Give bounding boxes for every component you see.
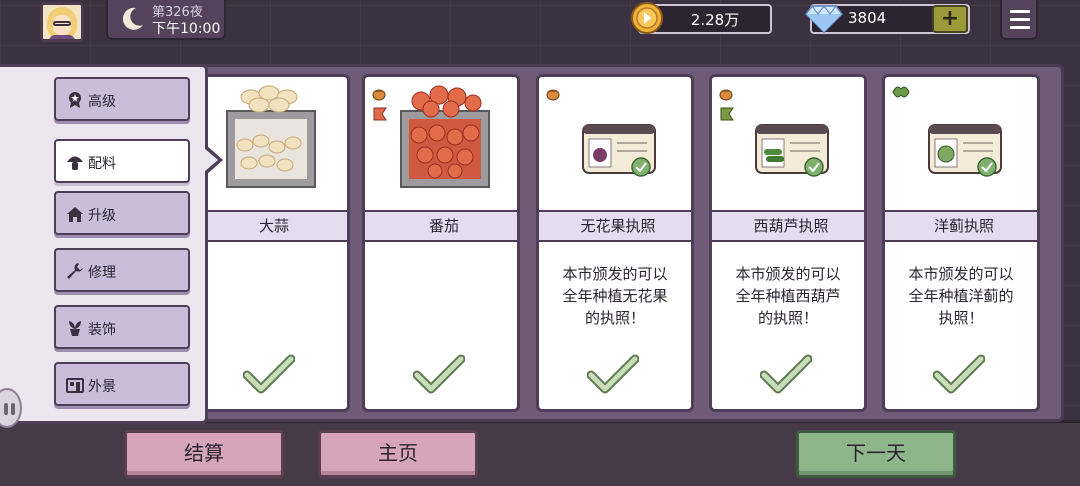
leaf-tag-icon (892, 86, 910, 98)
settle-button[interactable]: 结算 (124, 430, 284, 478)
house-icon (67, 207, 83, 222)
home-button[interactable]: 主页 (318, 430, 478, 478)
card-title: 无花果执照 (539, 210, 691, 242)
ribbon-badge-icon (69, 92, 81, 108)
fig-license-icon (582, 124, 656, 177)
shop-card-zucchini-license[interactable]: 西葫芦执照 本市颁发的可以 全年种植西葫芦 的执照！ (709, 74, 867, 412)
card-title: 洋蓟执照 (885, 210, 1037, 242)
coin-amount: 2.28万 (690, 11, 740, 29)
tomato-crate-icon (400, 85, 490, 188)
red-flag-tag-icon (373, 107, 387, 121)
artichoke-license-icon (928, 124, 1002, 177)
sidebar-item-label: 高级 (88, 94, 116, 110)
green-flag-tag-icon (720, 107, 734, 121)
sidebar-item-repair[interactable]: 修理 (54, 248, 190, 292)
hamburger-icon (1010, 10, 1030, 13)
zucchini-license-icon (755, 124, 829, 177)
card-description: 本市颁发的可以 全年种植无花果 的执照！ (562, 265, 668, 327)
purchased-check-icon (760, 354, 812, 394)
sidebar-item-ingredients[interactable]: 配料 (54, 139, 190, 183)
sidebar-item-upgrades[interactable]: 升级 (54, 191, 190, 235)
active-pointer (204, 148, 218, 172)
wrench-icon (67, 263, 83, 279)
coin-icon (631, 2, 663, 34)
sidebar-item-premium[interactable]: 高级 (54, 77, 190, 121)
pause-icon (4, 403, 8, 415)
card-description: 本市颁发的可以 全年种植西葫芦 的执照！ (735, 265, 841, 327)
shop-card-garlic[interactable]: 大蒜 (192, 74, 350, 412)
sidebar-item-label: 外景 (88, 379, 116, 395)
mushroom-icon (67, 156, 83, 170)
sidebar-item-decor[interactable]: 装饰 (54, 305, 190, 349)
sidebar-item-label: 装饰 (88, 322, 116, 338)
sidebar-item-label: 配料 (88, 156, 116, 172)
player-avatar[interactable] (40, 2, 84, 42)
category-sidebar: 高级 配料 升级 修理 装饰 外景 (0, 64, 208, 424)
sidebar-item-label: 升级 (88, 208, 116, 224)
potted-plant-icon (69, 321, 81, 336)
clock-time: 下午10:00 (152, 21, 221, 37)
sidebar-item-label: 修理 (88, 265, 116, 281)
card-title: 番茄 (365, 210, 517, 242)
garlic-crate-icon (226, 85, 316, 188)
shop-card-artichoke-license[interactable]: 洋蓟执照 本市颁发的可以 全年种植洋蓟的 执照！ (882, 74, 1040, 412)
add-gems-button[interactable]: + (932, 5, 968, 33)
acorn-tag-icon (546, 89, 560, 101)
next-day-button[interactable]: 下一天 (796, 430, 956, 478)
acorn-tag-icon (719, 89, 733, 101)
purchased-check-icon (243, 354, 295, 394)
gem-amount: 3804 (848, 9, 887, 27)
purchased-check-icon (413, 354, 465, 394)
storefront-icon (66, 378, 84, 393)
purchased-check-icon (933, 354, 985, 394)
acorn-tag-icon (372, 89, 386, 101)
shop-card-fig-license[interactable]: 无花果执照 本市颁发的可以 全年种植无花果 的执照！ (536, 74, 694, 412)
shop-card-tomato[interactable]: 番茄 (362, 74, 520, 412)
card-title: 大蒜 (195, 210, 347, 242)
purchased-check-icon (587, 354, 639, 394)
sidebar-item-exterior[interactable]: 外景 (54, 362, 190, 406)
menu-button[interactable] (1000, 0, 1038, 40)
diamond-icon (805, 5, 843, 34)
card-description: 本市颁发的可以 全年种植洋蓟的 执照！ (908, 265, 1014, 327)
day-time-panel: 第326夜 下午10:00 (106, 0, 226, 40)
card-title: 西葫芦执照 (712, 210, 864, 242)
moon-icon (122, 7, 143, 30)
